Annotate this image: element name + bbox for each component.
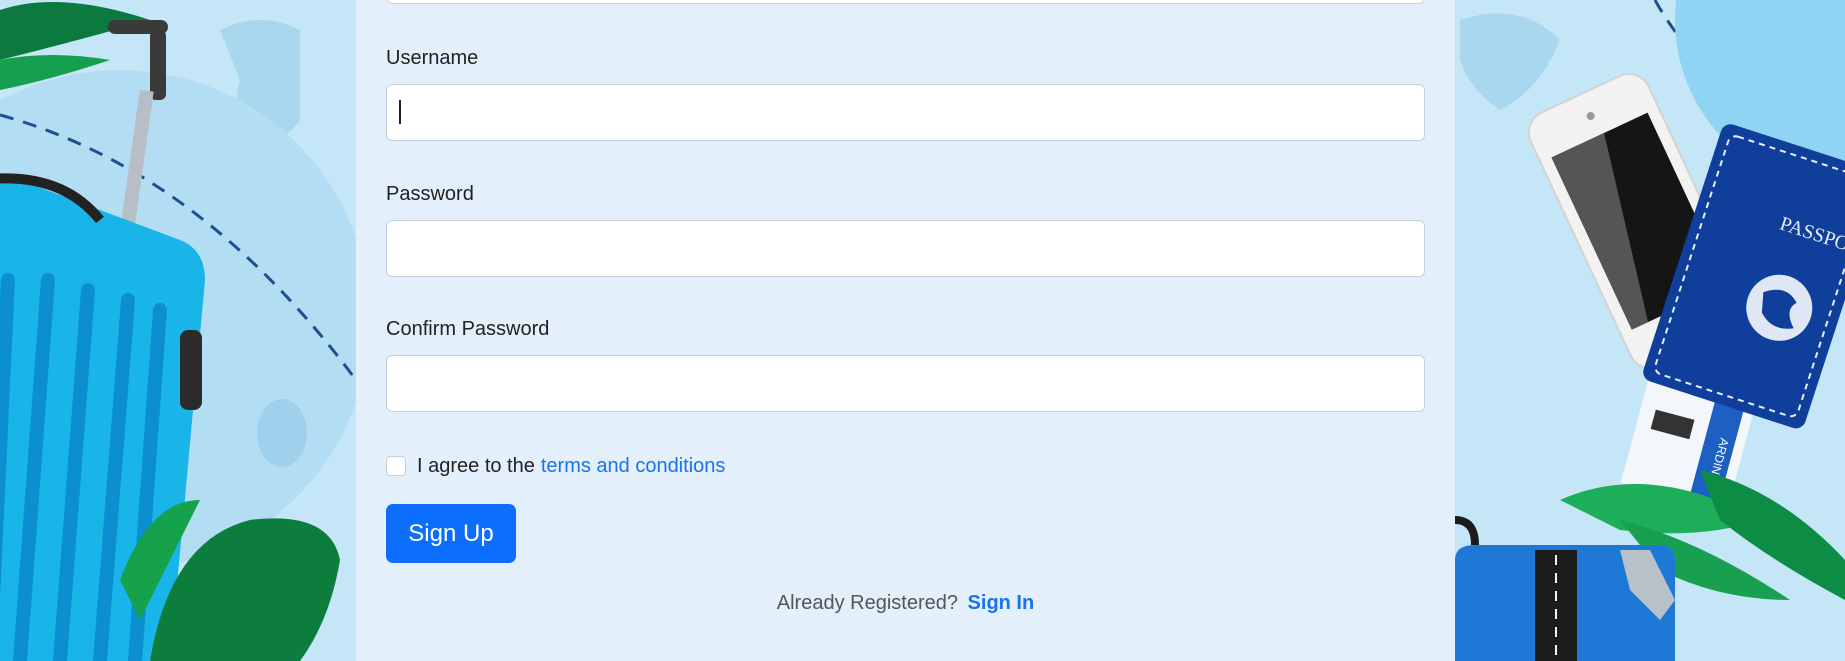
map-continent-right	[1460, 13, 1560, 110]
username-label: Username	[386, 47, 479, 69]
password-input[interactable]	[386, 220, 1425, 277]
signup-form-panel: Username Password Confirm Password I agr…	[356, 0, 1455, 661]
terms-agreement-row: I agree to the terms and conditions	[386, 454, 725, 478]
text-cursor	[399, 100, 401, 124]
sign-up-button[interactable]: Sign Up	[386, 504, 516, 563]
username-input[interactable]	[386, 84, 1425, 141]
terms-link[interactable]: terms and conditions	[541, 455, 726, 478]
signup-page: ARDING P PASSPO Username Password Confir…	[0, 0, 1845, 661]
already-registered-text: Already Registered?	[776, 592, 958, 614]
terms-checkbox[interactable]	[386, 456, 406, 476]
username-field-wrapper	[386, 84, 1425, 141]
confirm-password-label: Confirm Password	[386, 318, 550, 340]
sign-in-link[interactable]: Sign In	[968, 592, 1035, 614]
password-label: Password	[386, 183, 474, 205]
confirm-password-input[interactable]	[386, 355, 1425, 412]
sign-in-prompt: Already Registered? Sign In	[356, 592, 1455, 615]
terms-agreement-text: I agree to the	[417, 454, 535, 477]
previous-input-field[interactable]	[386, 0, 1425, 4]
